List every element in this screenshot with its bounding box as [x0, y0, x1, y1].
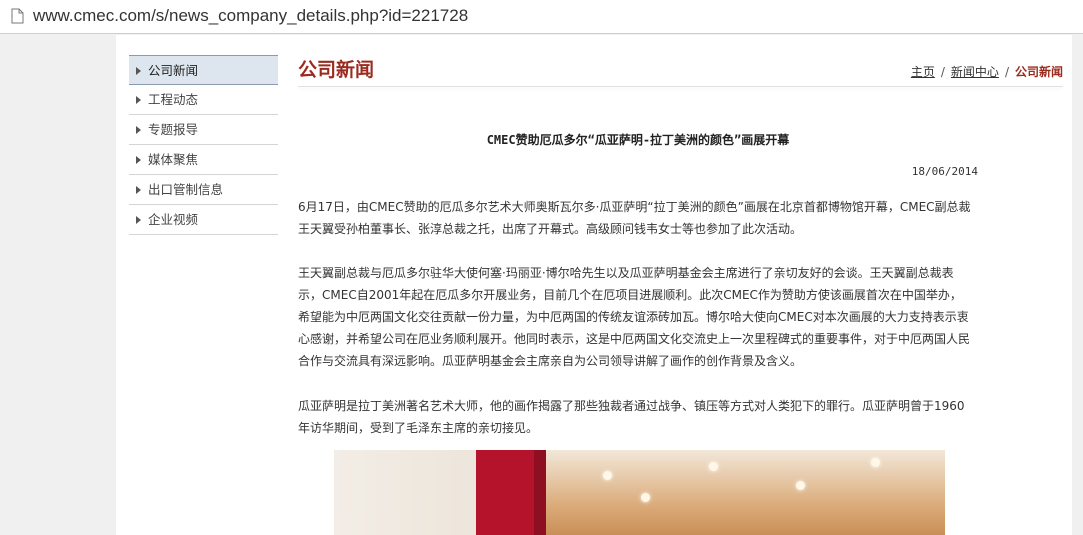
chevron-right-icon: [136, 96, 141, 104]
photo-ceiling-light: [709, 462, 718, 471]
sidebar-item-corporate-video[interactable]: 企业视频: [129, 205, 278, 235]
page-icon: [11, 8, 24, 24]
article-photo: [334, 450, 945, 535]
sidebar-item-label: 专题报导: [148, 122, 199, 137]
page-gutter: [1072, 35, 1083, 535]
breadcrumb: 主页 / 新闻中心 / 公司新闻: [911, 63, 1063, 80]
photo-ceiling-light: [603, 471, 612, 480]
chevron-right-icon: [136, 186, 141, 194]
chevron-right-icon: [136, 67, 141, 75]
sidebar-item-label: 企业视频: [148, 212, 199, 227]
article-title: CMEC赞助厄瓜多尔“瓜亚萨明-拉丁美洲的颜色”画展开幕: [486, 133, 790, 147]
article-paragraph: 6月17日，由CMEC赞助的厄瓜多尔艺术大师奥斯瓦尔多·瓜亚萨明“拉丁美洲的颜色…: [298, 200, 971, 236]
article-paragraph: 王天翼副总裁与厄瓜多尔驻华大使何塞·玛丽亚·博尔哈先生以及瓜亚萨明基金会主席进行…: [298, 266, 971, 368]
breadcrumb-separator: /: [1004, 65, 1009, 79]
breadcrumb-separator: /: [940, 65, 945, 79]
sidebar-item-label: 公司新闻: [148, 63, 199, 78]
sidebar-item-label: 媒体聚焦: [148, 152, 199, 167]
url-text[interactable]: www.cmec.com/s/news_company_details.php?…: [33, 6, 468, 26]
breadcrumb-home-link[interactable]: 主页: [911, 65, 935, 79]
photo-ceiling-light: [796, 481, 805, 490]
photo-ceiling-light: [641, 493, 650, 502]
chevron-right-icon: [136, 216, 141, 224]
photo-ceiling: [546, 450, 945, 535]
chevron-right-icon: [136, 126, 141, 134]
sidebar-item-media-focus[interactable]: 媒体聚焦: [129, 145, 278, 175]
sidebar-item-export-control[interactable]: 出口管制信息: [129, 175, 278, 205]
article-paragraph: 瓜亚萨明是拉丁美洲著名艺术大师，他的画作揭露了那些独裁者通过战争、镇压等方式对人…: [298, 399, 965, 435]
page-title: 公司新闻: [298, 59, 375, 81]
breadcrumb-current: 公司新闻: [1014, 65, 1063, 79]
sidebar-item-project-news[interactable]: 工程动态: [129, 85, 278, 115]
sidebar-item-label: 出口管制信息: [148, 182, 224, 197]
sidebar-item-company-news[interactable]: 公司新闻: [129, 55, 278, 85]
article-date: 18/06/2014: [911, 165, 978, 178]
photo-ceiling-light: [871, 458, 880, 467]
photo-wall-shadow: [534, 450, 546, 535]
sidebar-item-special-reports[interactable]: 专题报导: [129, 115, 278, 145]
header-divider: [298, 86, 1063, 87]
breadcrumb-news-center-link[interactable]: 新闻中心: [951, 65, 999, 79]
page-body: 公司新闻 工程动态 专题报导 媒体聚焦 出口管制信息 企业视频 公司新闻 主页 /…: [116, 35, 1072, 535]
chevron-right-icon: [136, 156, 141, 164]
browser-address-bar[interactable]: www.cmec.com/s/news_company_details.php?…: [0, 0, 1083, 34]
sidebar-nav: 公司新闻 工程动态 专题报导 媒体聚焦 出口管制信息 企业视频: [129, 55, 278, 235]
sidebar-item-label: 工程动态: [148, 92, 199, 107]
